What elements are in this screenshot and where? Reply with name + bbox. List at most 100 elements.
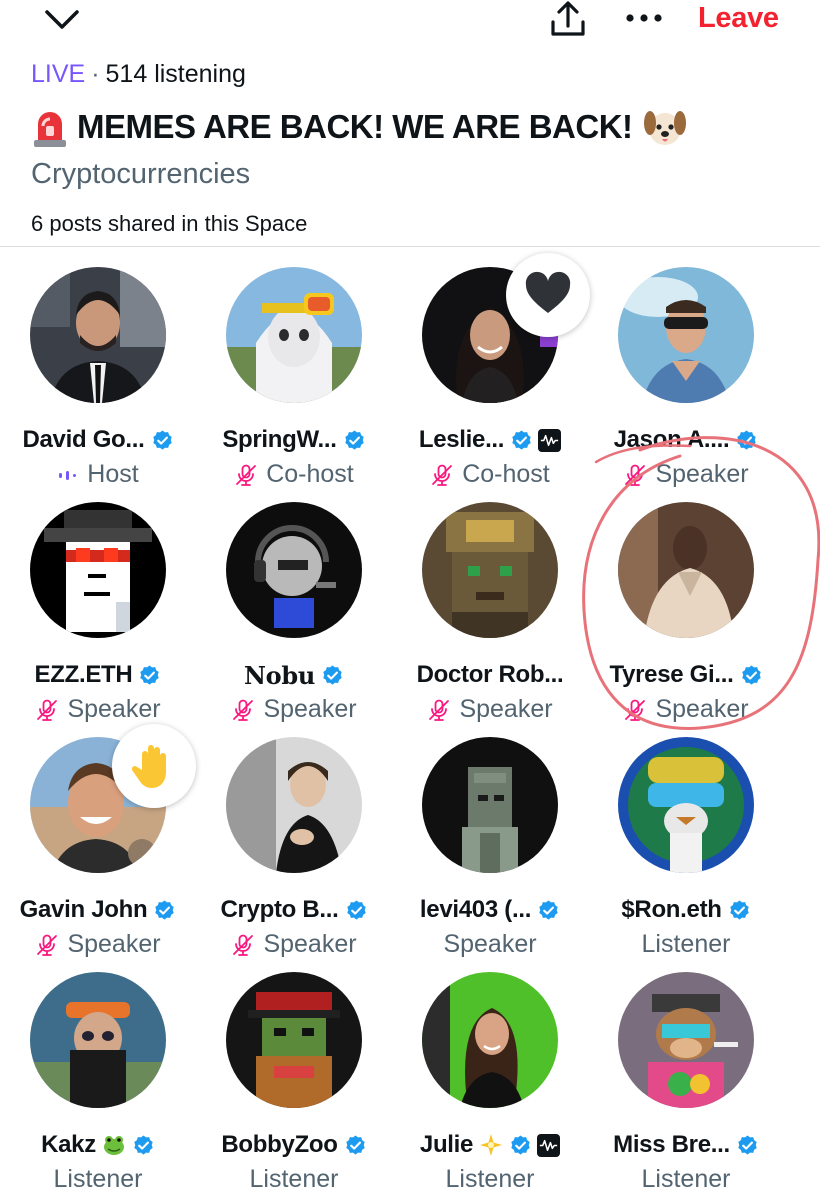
participant-card[interactable]: Leslie... Co-host — [392, 253, 590, 502]
verified-badge-icon — [152, 429, 172, 450]
participant-name: Leslie... — [418, 426, 505, 453]
avatar — [618, 267, 754, 403]
mic-off-icon — [429, 699, 450, 721]
participant-name: Gavin John — [19, 896, 148, 923]
mic-off-icon — [233, 699, 254, 721]
participant-name-row: Doctor Rob... — [392, 661, 588, 689]
verified-badge-icon — [729, 899, 749, 920]
participant-name-row: Miss Bre... — [588, 1131, 784, 1159]
participant-name-row: SpringW... — [196, 426, 392, 454]
participant-name: SpringW... — [222, 426, 337, 453]
participant-role-row: Speaker — [196, 930, 392, 959]
participant-role-row: Listener — [0, 1165, 196, 1194]
participant-role: Speaker — [67, 930, 161, 958]
participant-role-row: Speaker — [588, 460, 784, 489]
participant-name-row: $Ron.eth — [588, 896, 784, 924]
verified-badge-icon — [741, 664, 761, 685]
participant-card[interactable]: Julie Listener — [392, 972, 588, 1200]
dog-emoji — [643, 111, 686, 145]
verified-badge-icon — [155, 899, 175, 920]
posts-shared-link[interactable]: 6 posts shared in this Space — [31, 211, 307, 237]
participant-name: Crypto B... — [220, 896, 339, 923]
participant-role: Listener — [641, 930, 731, 958]
participant-name-row: Tyrese Gi... — [588, 661, 784, 689]
participant-card[interactable]: EZZ.ETH Speaker — [0, 502, 196, 737]
reaction-bubble — [506, 253, 590, 337]
participant-card[interactable]: Nobu Speaker — [196, 502, 392, 737]
share-icon[interactable] — [548, 0, 588, 38]
participant-name: BobbyZoo — [221, 1131, 338, 1158]
participant-role-row: Co-host — [196, 460, 392, 489]
verified-badge-icon — [511, 1134, 530, 1155]
mic-off-icon — [37, 699, 58, 721]
verified-badge-icon — [344, 429, 364, 450]
participant-role: Speaker — [655, 460, 749, 488]
siren-emoji — [34, 112, 66, 147]
participant-role-row: Speaker — [0, 695, 196, 724]
divider — [0, 246, 820, 247]
participant-name-row: Kakz — [0, 1131, 196, 1159]
participant-name: Miss Bre... — [613, 1131, 730, 1158]
participant-name: Kakz — [41, 1131, 96, 1158]
participant-name: Doctor Rob... — [416, 661, 564, 688]
participant-card[interactable]: $Ron.eth Listener — [588, 737, 784, 972]
participant-card[interactable]: Gavin John Speaker — [0, 724, 196, 972]
avatar — [30, 267, 166, 403]
verified-badge-icon — [323, 665, 342, 685]
listener-count: 514 listening — [105, 60, 246, 88]
participant-card[interactable]: Jason A.... Speaker — [588, 267, 784, 502]
avatar — [30, 502, 166, 638]
space-title: MEMES ARE BACK! WE ARE BACK! — [31, 106, 687, 148]
participant-name-row: EZZ.ETH — [0, 661, 196, 689]
participant-name-row: Crypto B... — [196, 896, 392, 924]
participant-role-row: Listener — [196, 1165, 392, 1194]
participant-name-row: Julie — [392, 1131, 588, 1159]
participant-name: Tyrese Gi... — [609, 661, 734, 688]
participant-card[interactable]: Kakz Listener — [0, 972, 196, 1200]
avatar — [618, 737, 754, 873]
avatar — [30, 972, 166, 1108]
avatar — [422, 737, 558, 873]
participant-role: Listener — [249, 1165, 339, 1193]
verified-badge-icon — [738, 1134, 757, 1155]
participant-card[interactable]: Miss Bre... Listener — [588, 972, 784, 1200]
participant-role-row: Co-host — [392, 460, 588, 489]
participant-role: Listener — [445, 1165, 535, 1193]
space-status: LIVE · 514 listening — [31, 60, 246, 89]
participant-role-row: Speaker — [392, 695, 588, 724]
live-label: LIVE — [31, 60, 86, 88]
chevron-down-icon[interactable] — [42, 4, 82, 34]
avatar — [226, 502, 362, 638]
participant-card[interactable]: Tyrese Gi... Speaker — [588, 502, 784, 737]
participant-role-row: Host — [0, 460, 196, 489]
avatar — [422, 972, 558, 1108]
avatar — [618, 972, 754, 1108]
participant-card[interactable]: levi403 (... Speaker — [392, 737, 588, 972]
participant-card[interactable]: Crypto B... Speaker — [196, 737, 392, 972]
participant-name: David Go... — [22, 426, 145, 453]
space-topic[interactable]: Cryptocurrencies — [31, 158, 250, 191]
verified-badge-icon — [345, 1134, 365, 1155]
participant-name: Nobu — [244, 661, 315, 690]
frog-emoji — [103, 1136, 124, 1155]
verified-badge-icon — [512, 429, 531, 450]
sparkle-star-emoji — [480, 1134, 503, 1156]
mic-off-icon — [432, 464, 453, 486]
participant-name-row: BobbyZoo — [196, 1131, 392, 1159]
participant-card[interactable]: David Go... Host — [0, 267, 196, 502]
participant-card[interactable]: BobbyZoo Listener — [196, 972, 392, 1200]
mic-off-icon — [625, 464, 646, 486]
mic-off-icon — [625, 699, 646, 721]
participant-role: Speaker — [263, 695, 357, 723]
audio-badge-icon — [537, 1133, 561, 1157]
avatar — [226, 267, 362, 403]
participant-role-row: Speaker — [196, 695, 392, 724]
participant-role-row: Speaker — [588, 695, 784, 724]
space-title-text: MEMES ARE BACK! WE ARE BACK! — [77, 108, 633, 145]
leave-button[interactable]: Leave — [698, 2, 779, 35]
participant-role-row: Speaker — [392, 930, 588, 959]
participant-role: Listener — [641, 1165, 731, 1193]
participant-card[interactable]: SpringW... Co-host — [196, 267, 392, 502]
participant-card[interactable]: Doctor Rob... Speaker — [392, 502, 588, 737]
more-horizontal-icon[interactable] — [622, 4, 666, 32]
